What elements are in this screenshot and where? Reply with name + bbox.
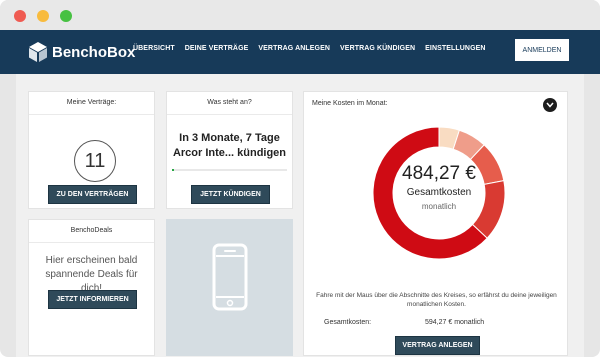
minimize-window-dot[interactable] xyxy=(37,10,49,22)
next-up-card-title: Was steht an? xyxy=(207,99,252,106)
cancellation-progress-fill xyxy=(172,169,175,171)
deals-card-title: BenchoDeals xyxy=(70,227,113,234)
cancel-now-button[interactable]: JETZT KÜNDIGEN xyxy=(191,185,270,204)
dashboard: Meine Verträge: 11 ZU DEN VERTRÄGEN Was … xyxy=(16,74,584,357)
total-cost-value: 484,27 € xyxy=(402,163,476,184)
login-button[interactable]: ANMELDEN xyxy=(514,38,570,62)
nav-item-overview[interactable]: ÜBERSICHT xyxy=(133,45,175,52)
card-divider xyxy=(29,114,154,115)
card-divider xyxy=(167,114,292,115)
create-contract-button[interactable]: VERTRAG ANLEGEN xyxy=(395,336,480,355)
collapse-toggle[interactable] xyxy=(543,98,557,112)
card-divider xyxy=(29,242,154,243)
nav-item-cancel-contract[interactable]: VERTRAG KÜNDIGEN xyxy=(340,45,415,52)
smartphone-icon xyxy=(212,243,248,311)
close-window-dot[interactable] xyxy=(14,10,26,22)
top-navbar: BenchoBox ÜBERSICHT DEINE VERTRÄGE VERTR… xyxy=(0,30,600,74)
costs-card-title: Meine Kosten im Monat: xyxy=(312,100,388,107)
inform-now-button[interactable]: JETZT INFORMIEREN xyxy=(48,290,137,309)
phone-placeholder-card xyxy=(166,219,293,356)
next-up-card: Was steht an? In 3 Monate, 7 Tage Arcor … xyxy=(166,91,293,209)
cube-logo-icon xyxy=(29,42,47,62)
brand-logo[interactable]: BenchoBox xyxy=(28,38,135,66)
cancellation-progress-bar xyxy=(172,169,287,171)
nav-item-settings[interactable]: EINSTELLUNGEN xyxy=(425,45,485,52)
summary-label: Gesamtkosten: xyxy=(324,319,372,326)
contracts-card-title: Meine Verträge: xyxy=(66,99,117,106)
maximize-window-dot[interactable] xyxy=(60,10,72,22)
browser-window: BenchoBox ÜBERSICHT DEINE VERTRÄGE VERTR… xyxy=(0,0,600,357)
deals-card: BenchoDeals Hier erscheinen bald spannen… xyxy=(28,219,155,356)
contracts-card: Meine Verträge: 11 ZU DEN VERTRÄGEN xyxy=(28,91,155,209)
chevron-down-icon xyxy=(546,102,554,108)
total-cost-period: monatlich xyxy=(421,202,457,211)
contracts-count: 11 xyxy=(74,140,116,182)
nav-item-create-contract[interactable]: VERTRAG ANLEGEN xyxy=(258,45,330,52)
next-up-text: In 3 Monate, 7 Tage Arcor Inte... kündig… xyxy=(172,132,287,159)
window-titlebar xyxy=(0,0,600,30)
chart-hint-text: Fahre mit der Maus über die Abschnitte d… xyxy=(316,292,557,308)
total-cost-label: Gesamtkosten xyxy=(406,187,472,198)
nav-item-contracts[interactable]: DEINE VERTRÄGE xyxy=(185,45,249,52)
summary-value: 594,27 € monatlich xyxy=(425,319,485,326)
monthly-costs-card: Meine Kosten im Monat: 484,27 € Gesamtko… xyxy=(303,91,568,356)
main-menu: ÜBERSICHT DEINE VERTRÄGE VERTRAG ANLEGEN… xyxy=(133,45,486,52)
to-contracts-button[interactable]: ZU DEN VERTRÄGEN xyxy=(48,185,137,204)
brand-name: BenchoBox xyxy=(52,43,136,61)
